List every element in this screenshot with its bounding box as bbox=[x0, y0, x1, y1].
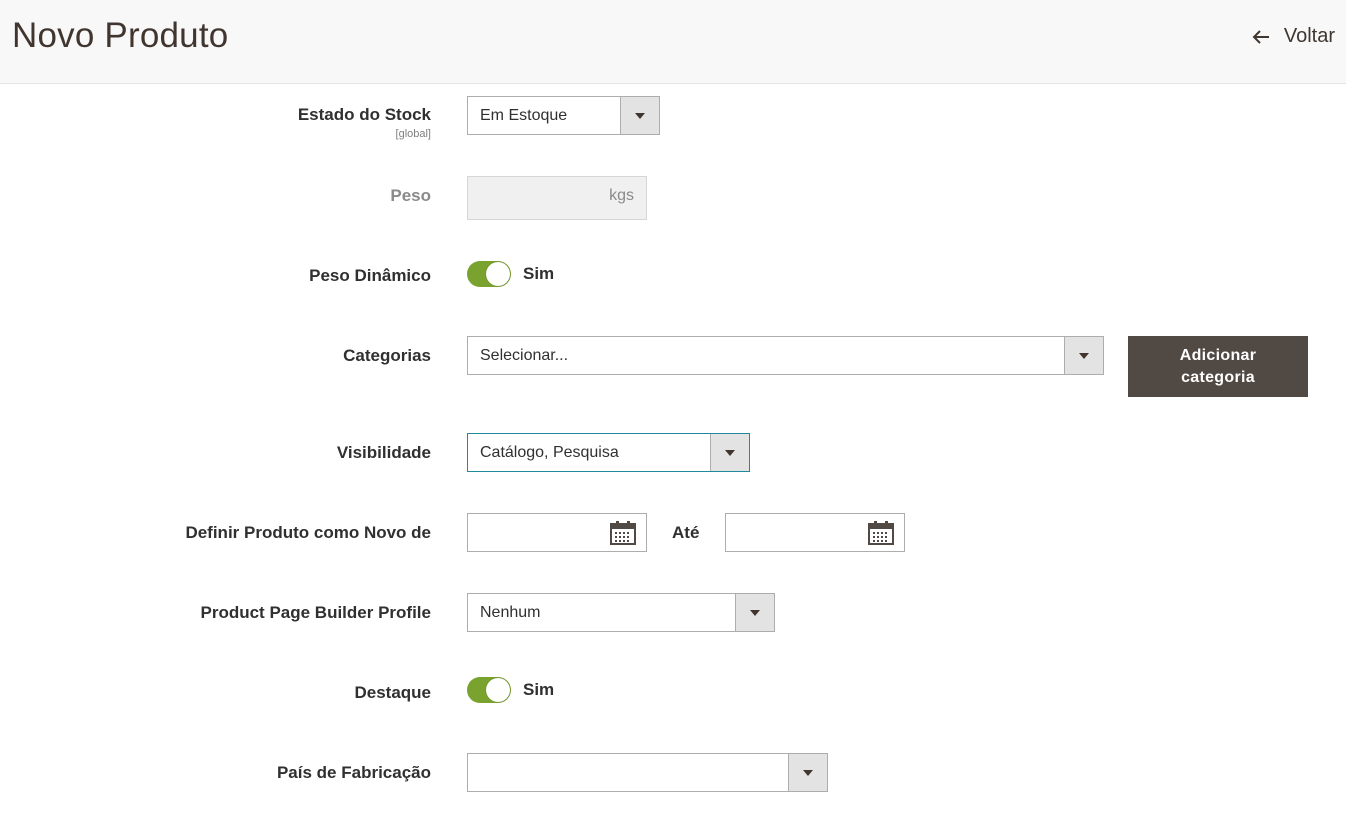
new-from-date-input[interactable] bbox=[467, 513, 647, 552]
stock-status-value: Em Estoque bbox=[480, 106, 568, 124]
dynamic-weight-state: Sim bbox=[523, 264, 555, 283]
page-title: Novo Produto bbox=[12, 16, 229, 55]
weight-input: kgs bbox=[467, 176, 647, 220]
calendar-icon[interactable] bbox=[868, 521, 894, 550]
chevron-down-icon bbox=[620, 97, 659, 134]
dynamic-weight-label: Peso Dinâmico bbox=[309, 266, 431, 285]
visibility-value: Catálogo, Pesquisa bbox=[480, 443, 619, 461]
chevron-down-icon bbox=[1064, 337, 1103, 374]
categories-select[interactable]: Selecionar... bbox=[467, 336, 1104, 375]
back-button-label: Voltar bbox=[1283, 25, 1335, 47]
new-to-label: Até bbox=[672, 523, 700, 542]
add-category-button[interactable]: Adicionar categoria bbox=[1128, 336, 1308, 397]
page-builder-profile-label: Product Page Builder Profile bbox=[200, 603, 432, 622]
new-to-date-input[interactable] bbox=[725, 513, 905, 552]
featured-toggle[interactable] bbox=[467, 677, 511, 703]
stock-status-label: Estado do Stock bbox=[297, 105, 431, 124]
arrow-left-icon bbox=[1252, 29, 1270, 45]
new-from-label: Definir Produto como Novo de bbox=[185, 523, 431, 542]
page-header: Novo Produto Voltar bbox=[0, 0, 1346, 84]
visibility-label: Visibilidade bbox=[336, 443, 431, 462]
country-select[interactable] bbox=[467, 753, 828, 792]
toggle-knob bbox=[486, 262, 510, 286]
add-category-button-label: Adicionar categoria bbox=[1179, 346, 1257, 386]
featured-label: Destaque bbox=[354, 683, 431, 702]
chevron-down-icon bbox=[788, 754, 827, 791]
categories-value: Selecionar... bbox=[480, 346, 569, 364]
chevron-down-icon bbox=[710, 434, 749, 471]
categories-label: Categorias bbox=[343, 346, 431, 365]
page-builder-profile-select[interactable]: Nenhum bbox=[467, 593, 775, 632]
chevron-down-icon bbox=[735, 594, 774, 631]
weight-unit: kgs bbox=[609, 187, 634, 204]
featured-state: Sim bbox=[523, 680, 555, 699]
page-builder-profile-value: Nenhum bbox=[480, 603, 541, 621]
stock-status-select[interactable]: Em Estoque bbox=[467, 96, 660, 135]
dynamic-weight-toggle[interactable] bbox=[467, 261, 511, 287]
weight-label: Peso bbox=[390, 186, 431, 205]
stock-status-scope: [global] bbox=[395, 128, 431, 140]
back-button[interactable]: Voltar bbox=[1252, 25, 1335, 48]
toggle-knob bbox=[486, 678, 510, 702]
country-label: País de Fabricação bbox=[276, 763, 431, 782]
calendar-icon[interactable] bbox=[610, 521, 636, 550]
visibility-select[interactable]: Catálogo, Pesquisa bbox=[467, 433, 750, 472]
